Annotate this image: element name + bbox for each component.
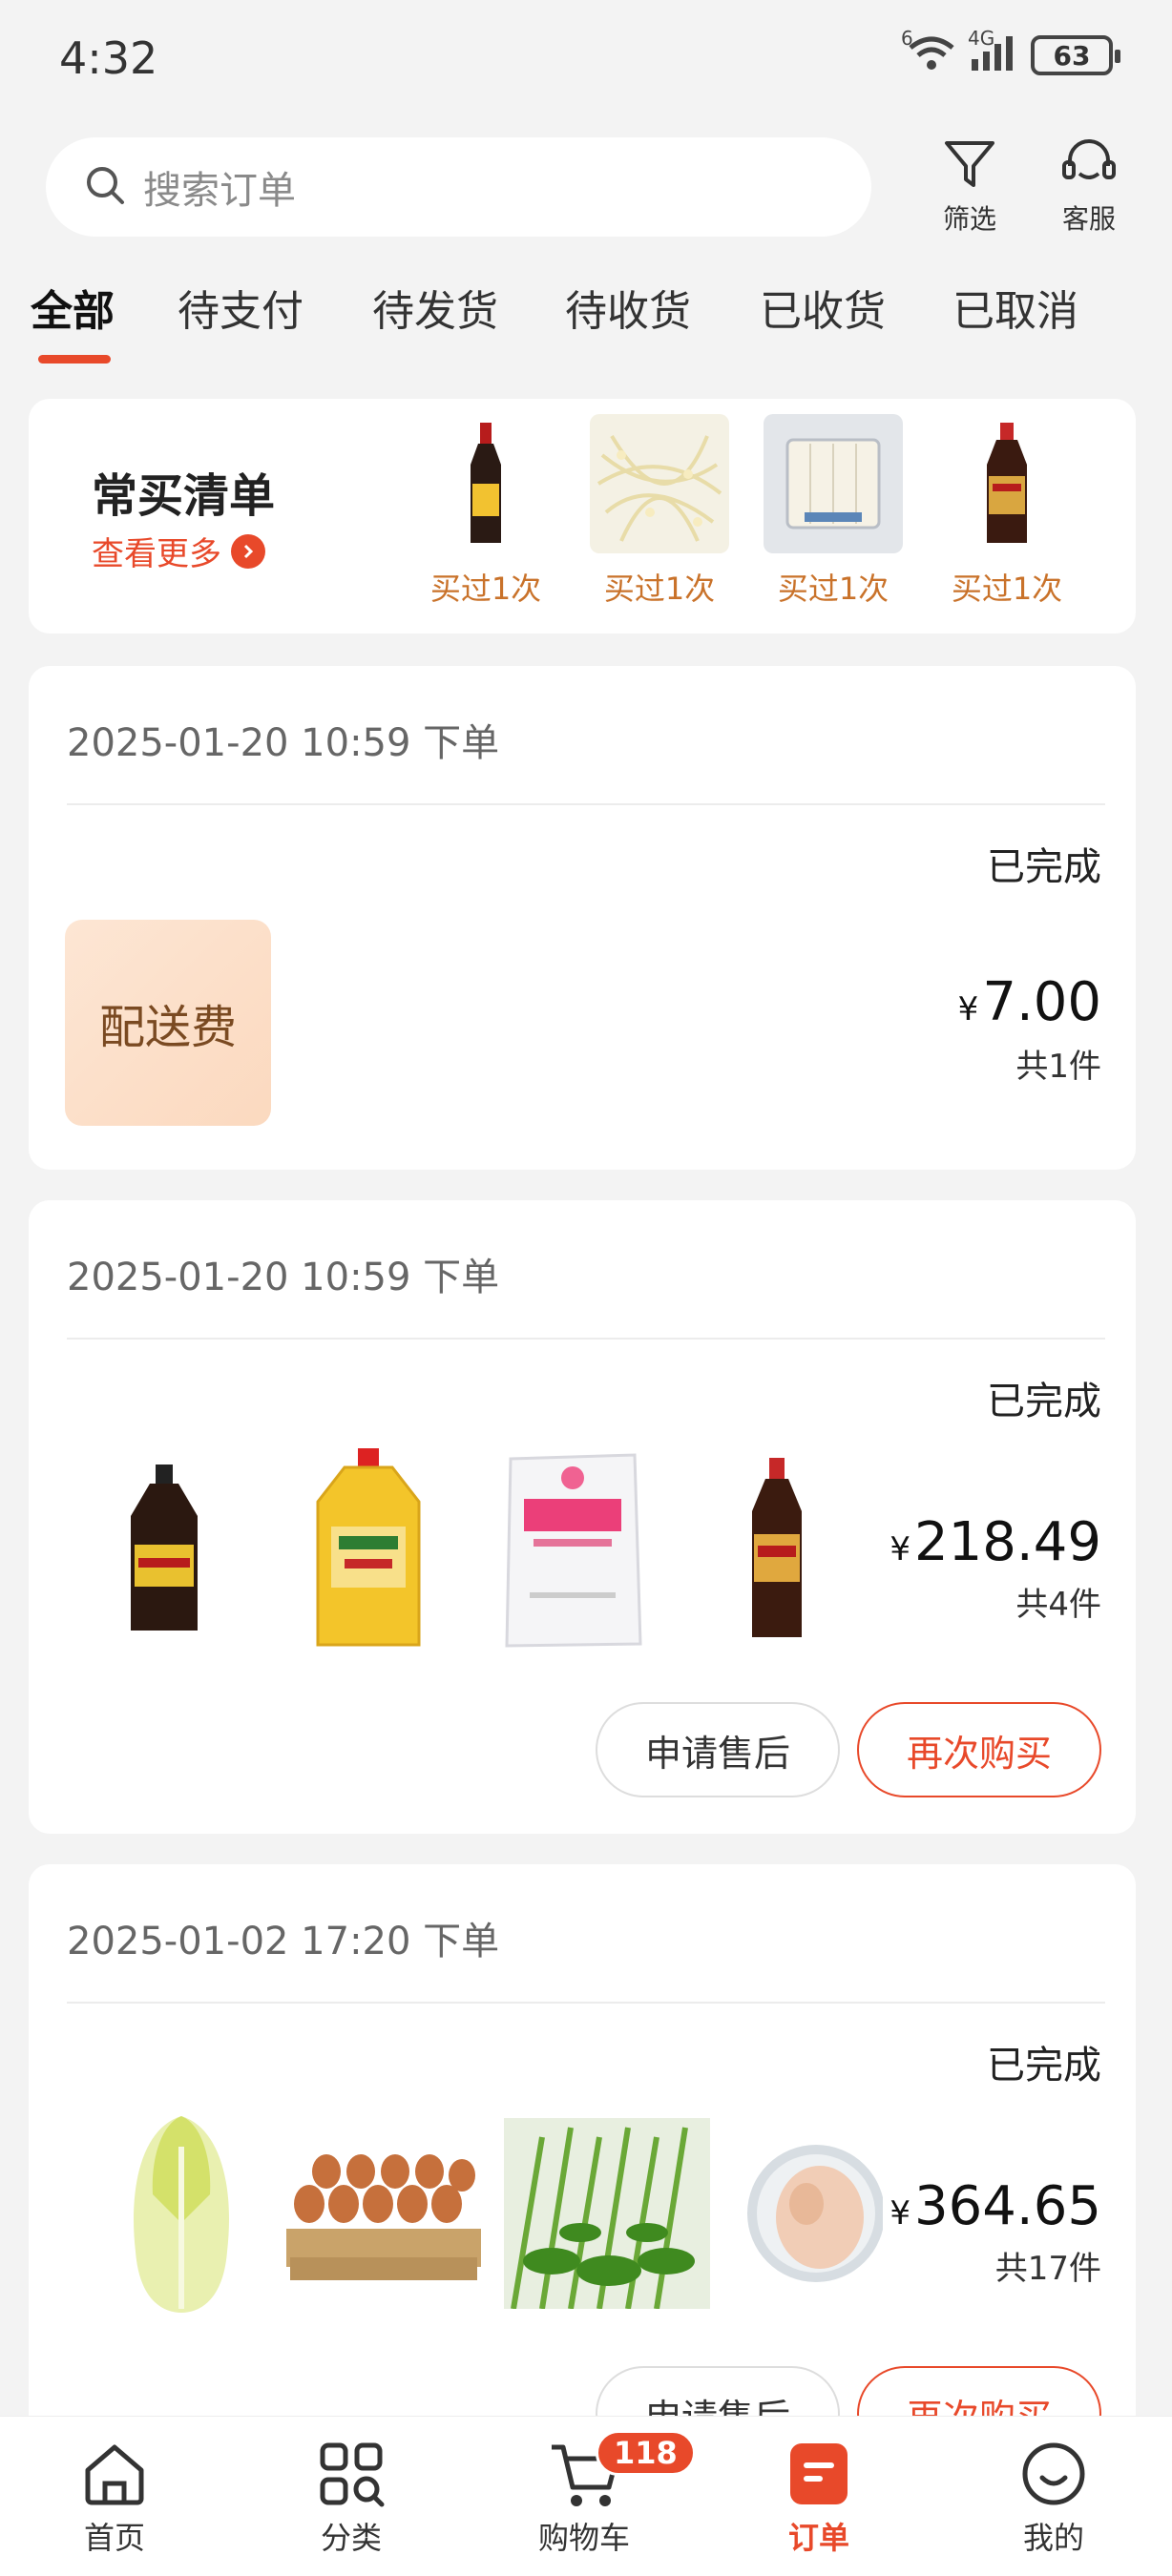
order-tabs: 全部 待支付 待发货 待收货 已收货 已取消 <box>0 277 1172 372</box>
order-card[interactable]: 2025-01-20 10:59 下单 已完成 ¥218.49 共4件 申请售后… <box>29 1200 1136 1834</box>
order-price: ¥7.00 <box>957 971 1101 1033</box>
cooking-oil-jug-icon <box>273 1444 464 1654</box>
rebuy-button[interactable]: 再次购买 <box>857 1702 1101 1797</box>
after-sale-button[interactable]: 申请售后 <box>596 1702 840 1797</box>
nav-home-label: 首页 <box>83 2520 145 2556</box>
vinegar-bottle-icon <box>937 414 1077 553</box>
active-tab-indicator <box>38 355 111 364</box>
tab-received[interactable]: 已收货 <box>760 277 886 338</box>
order-item-count: 共1件 <box>1015 1048 1101 1086</box>
category-grid-icon <box>275 2438 428 2510</box>
frequent-list-card: 常买清单 查看更多 买过1次 买过1次 买过1次 买过1次 <box>29 399 1136 634</box>
tab-pending-receipt[interactable]: 待收货 <box>565 277 691 338</box>
status-icons: 6 4G 63 <box>901 27 1120 76</box>
egg-tray-icon <box>279 2109 489 2318</box>
bean-sprouts-icon <box>590 414 729 553</box>
orders-icon <box>743 2438 895 2510</box>
green-vegetable-icon <box>502 2109 712 2318</box>
status-bar: 4:32 6 4G 63 <box>0 0 1172 114</box>
home-icon <box>38 2438 191 2510</box>
search-input[interactable]: 搜索订单 <box>46 137 871 237</box>
nav-mine-label: 我的 <box>1022 2520 1084 2556</box>
divider <box>67 803 1105 805</box>
frequent-item[interactable]: 买过1次 <box>762 414 905 609</box>
order-item-count: 共4件 <box>1015 1586 1101 1624</box>
nav-orders-label: 订单 <box>787 2520 849 2556</box>
filter-button[interactable]: 筛选 <box>922 137 1017 237</box>
order-card[interactable]: 2025-01-20 10:59 下单 已完成 配送费 ¥7.00 共1件 <box>29 666 1136 1170</box>
tab-pending-shipment[interactable]: 待发货 <box>372 277 498 338</box>
order-status: 已完成 <box>987 2044 1101 2088</box>
soy-sauce-jug-icon <box>69 1444 260 1654</box>
napa-cabbage-icon <box>115 2109 248 2318</box>
profile-smile-icon <box>977 2438 1130 2510</box>
battery-indicator: 63 <box>1031 35 1120 75</box>
order-date: 2025-01-20 10:59 下单 <box>67 721 500 765</box>
nav-home[interactable]: 首页 <box>38 2438 191 2558</box>
divider <box>67 2002 1105 2004</box>
customer-service-button[interactable]: 客服 <box>1041 137 1137 237</box>
frequent-item[interactable]: 买过1次 <box>935 414 1078 609</box>
order-item-count: 共17件 <box>994 2250 1101 2288</box>
soy-sauce-bottle-icon <box>416 414 555 553</box>
order-status: 已完成 <box>987 845 1101 889</box>
tab-pending-payment[interactable]: 待支付 <box>178 277 303 338</box>
delivery-fee-thumbnail: 配送费 <box>65 920 271 1126</box>
filter-icon <box>922 137 1017 193</box>
msg-bag-icon <box>477 1444 668 1654</box>
soy-sauce-bottle-icon <box>681 1444 872 1654</box>
order-card[interactable]: 2025-01-02 17:20 下单 已完成 ¥364.65 共17件 申请售… <box>29 1864 1136 2498</box>
tab-cancelled[interactable]: 已取消 <box>952 277 1078 338</box>
cart-count-badge: 118 <box>596 2430 696 2476</box>
divider <box>67 1338 1105 1340</box>
tofu-pack-icon <box>764 414 903 553</box>
filter-label: 筛选 <box>942 203 996 235</box>
nav-cart[interactable]: 118 购物车 <box>508 2430 696 2558</box>
nav-category-label: 分类 <box>320 2520 382 2556</box>
order-price: ¥364.65 <box>889 2175 1101 2237</box>
order-date: 2025-01-20 10:59 下单 <box>67 1256 500 1299</box>
order-price: ¥218.49 <box>889 1511 1101 1573</box>
headset-icon <box>1041 137 1137 193</box>
view-more-link[interactable]: 查看更多 <box>92 528 265 574</box>
search-icon <box>84 164 126 210</box>
frequent-item[interactable]: 买过1次 <box>414 414 557 609</box>
wifi-icon: 6 <box>901 27 956 76</box>
frequent-item[interactable]: 买过1次 <box>588 414 731 609</box>
customer-service-label: 客服 <box>1061 203 1116 235</box>
tab-all[interactable]: 全部 <box>31 277 115 338</box>
chevron-right-icon <box>231 533 265 569</box>
order-date: 2025-01-02 17:20 下单 <box>67 1920 500 1963</box>
nav-category[interactable]: 分类 <box>275 2438 428 2558</box>
search-placeholder: 搜索订单 <box>143 169 296 213</box>
bottom-navigation: 首页 分类 118 购物车 订单 我的 <box>0 2416 1172 2576</box>
nav-mine[interactable]: 我的 <box>977 2438 1130 2558</box>
status-time: 4:32 <box>59 32 158 84</box>
chicken-plate-icon <box>735 2109 888 2318</box>
order-status: 已完成 <box>987 1380 1101 1423</box>
nav-orders[interactable]: 订单 <box>743 2438 895 2558</box>
search-row: 搜索订单 筛选 客服 <box>0 134 1172 239</box>
nav-cart-label: 购物车 <box>537 2520 630 2556</box>
frequent-list-title: 常买清单 <box>92 469 276 523</box>
cellular-signal-icon: 4G <box>968 27 1019 76</box>
